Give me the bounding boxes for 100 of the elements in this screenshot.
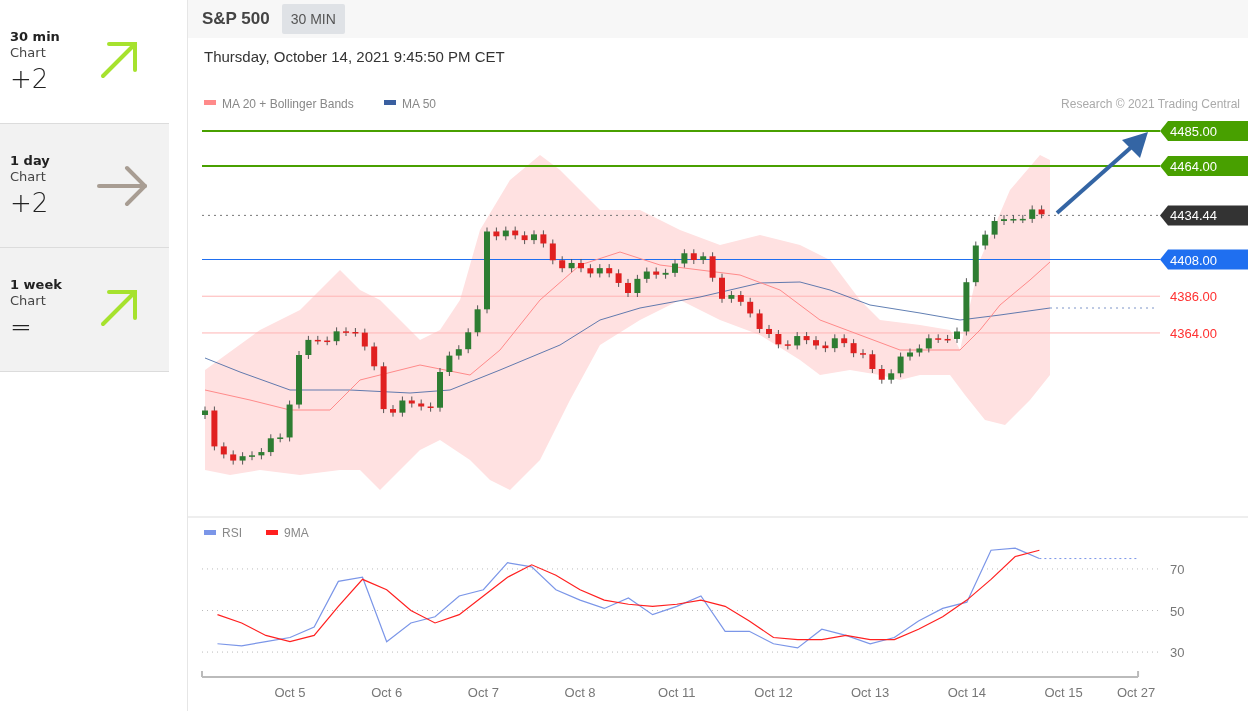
candle (972, 241, 979, 287)
candle (455, 344, 462, 361)
candle (719, 273, 725, 304)
candle (596, 263, 603, 278)
candle (249, 450, 255, 461)
legend-label: RSI (222, 526, 242, 540)
x-tick-label: Oct 13 (851, 685, 890, 700)
candle (549, 239, 556, 265)
y-tick-label: 70 (1170, 561, 1185, 577)
candle (1038, 204, 1045, 219)
y-tick-label: 50 (1170, 603, 1185, 619)
candle (916, 343, 923, 357)
candle (578, 258, 584, 273)
candle (756, 308, 763, 334)
price-tag: 4408.00 (1160, 249, 1248, 270)
candle (502, 226, 509, 241)
candle (418, 399, 425, 411)
candle (277, 432, 284, 443)
candle (662, 268, 669, 280)
legend-label: 9MA (284, 526, 309, 540)
candle (258, 447, 265, 460)
candle (324, 336, 331, 346)
candle (465, 327, 472, 354)
x-tick-label: Oct 14 (947, 685, 986, 700)
candle (399, 396, 406, 418)
candle (813, 335, 819, 350)
candle (681, 248, 688, 268)
candle (427, 402, 434, 413)
candle (653, 267, 660, 280)
candle (747, 297, 754, 318)
x-tick-label: Oct 27 (1116, 685, 1156, 700)
chart-label: Chart (10, 293, 47, 308)
candle (286, 400, 293, 442)
candle (380, 361, 387, 414)
score-value: +2 (10, 64, 50, 94)
timestamp-text: Thursday, October 14, 2021 9:45:50 PM CET (203, 47, 506, 67)
instrument-title: S&P 500 (202, 9, 270, 29)
candle (437, 367, 443, 413)
candle (559, 255, 566, 273)
candle (343, 326, 349, 337)
candle (371, 342, 378, 371)
candle (963, 277, 970, 336)
candle (700, 251, 707, 265)
candle (408, 396, 415, 408)
candle (587, 263, 594, 278)
candle (982, 230, 989, 250)
price-label: 4386.00 (1170, 289, 1217, 305)
candle (643, 267, 650, 284)
x-tick-label: Oct 11 (658, 685, 696, 700)
period-label: 1 day (10, 153, 50, 168)
candle (314, 335, 321, 346)
candle (850, 338, 857, 358)
candle (521, 230, 528, 245)
candle (766, 324, 772, 339)
candle (1001, 214, 1007, 226)
candle (709, 251, 716, 283)
candle (531, 229, 537, 245)
candle (690, 248, 697, 265)
candle (625, 278, 631, 298)
candle (267, 433, 274, 457)
candle (606, 263, 613, 278)
candle (831, 333, 838, 353)
candle (352, 327, 359, 338)
x-tick-label: Oct 12 (754, 685, 793, 700)
candle (841, 333, 848, 348)
candle (728, 290, 735, 304)
candle (390, 404, 396, 418)
period-label: 30 min (10, 29, 60, 44)
candle (512, 226, 519, 240)
price-label: 4364.00 (1170, 325, 1217, 341)
candle (944, 334, 951, 344)
candle (202, 406, 208, 420)
timeframe-card[interactable]: 1 day Chart +2 (0, 124, 169, 248)
candle (361, 328, 368, 351)
y-tick-label: 30 (1170, 645, 1185, 661)
price-tag: 4434.44 (1160, 205, 1248, 226)
candle (296, 350, 302, 410)
candle (803, 331, 810, 345)
candle (991, 216, 998, 240)
candle (230, 449, 237, 466)
candle (775, 329, 782, 349)
interval-badge[interactable]: 30 MIN (281, 4, 345, 34)
candle (888, 368, 895, 385)
candle (493, 227, 500, 241)
candle (568, 258, 575, 273)
price-tag: 4485.00 (1160, 121, 1248, 141)
candle (794, 331, 801, 350)
candle (672, 259, 678, 278)
timeframe-card[interactable]: 1 week Chart = (0, 248, 169, 372)
credit-text: Research © 2021 Trading Central (1061, 97, 1240, 111)
candle (634, 274, 641, 298)
candle (239, 451, 246, 466)
period-label: 1 week (10, 277, 62, 292)
candle (925, 333, 932, 353)
x-tick-label: Oct 6 (371, 685, 403, 700)
candle (784, 339, 791, 350)
candle (935, 333, 942, 344)
candle (954, 327, 960, 344)
candle (907, 348, 913, 362)
candle (305, 335, 312, 360)
